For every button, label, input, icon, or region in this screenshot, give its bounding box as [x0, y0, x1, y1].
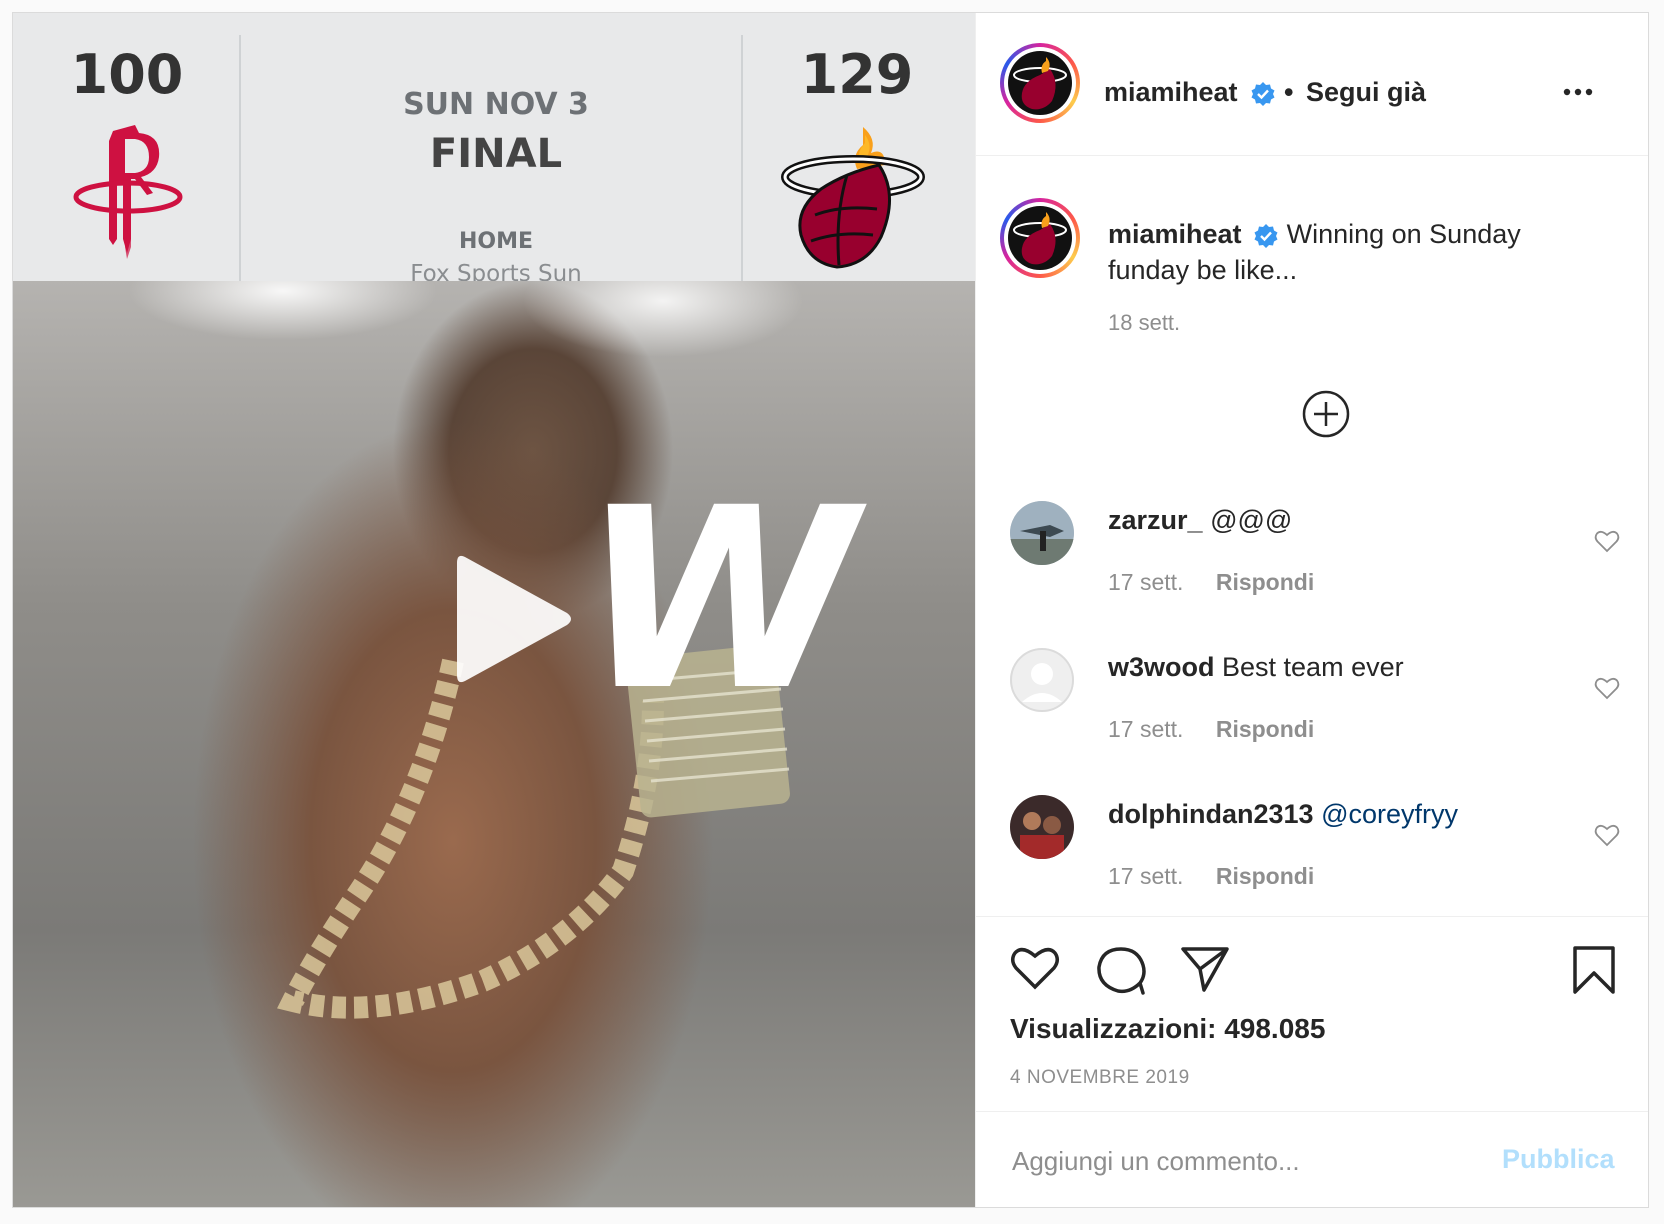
scoreboard-divider: [741, 35, 743, 281]
home-score: 129: [800, 43, 914, 106]
post-actions: Visualizzazioni: 498.085 4 NOVEMBRE 2019: [976, 916, 1648, 1112]
author-username[interactable]: miamiheat: [1104, 77, 1238, 108]
publish-button[interactable]: Pubblica: [1502, 1144, 1615, 1175]
comment-username[interactable]: dolphindan2313: [1108, 799, 1314, 829]
caption-text-block: miamiheat Winning on Sunday funday be li…: [1108, 216, 1608, 288]
game-date: SUN NOV 3: [403, 87, 589, 122]
caption-avatar[interactable]: [1000, 198, 1080, 278]
commenter-avatar[interactable]: [1010, 501, 1074, 565]
commenter-avatar[interactable]: [1010, 795, 1074, 859]
rockets-logo: [73, 125, 183, 259]
post-media: 100 129 SUN NOV 3 FINAL HOME Fox Sports …: [13, 13, 975, 1207]
post-date[interactable]: 4 NOVEMBRE 2019: [1010, 1067, 1190, 1089]
commenter-avatar[interactable]: [1010, 648, 1074, 712]
reply-button[interactable]: Rispondi: [1216, 716, 1314, 742]
comment-icon[interactable]: [1096, 945, 1146, 995]
following-button[interactable]: Segui già: [1306, 77, 1426, 108]
add-comment-bar: Pubblica: [976, 1111, 1648, 1207]
comment-item: zarzur_ @@@ 17 sett. Rispondi: [976, 501, 1648, 641]
comment-time[interactable]: 17 sett.: [1108, 863, 1183, 889]
heart-icon[interactable]: [1594, 529, 1620, 553]
comment-meta: 17 sett. Rispondi: [1108, 716, 1314, 743]
author-avatar[interactable]: [1000, 43, 1080, 123]
comment-time[interactable]: 17 sett.: [1108, 716, 1183, 742]
scoreboard-divider: [239, 35, 241, 281]
comment-text: zarzur_ @@@: [1108, 505, 1292, 536]
photo-avatar-icon: [1010, 501, 1074, 565]
header-separator: •: [1284, 77, 1294, 107]
instagram-post: 100 129 SUN NOV 3 FINAL HOME Fox Sports …: [12, 12, 1649, 1208]
comment-meta: 17 sett. Rispondi: [1108, 569, 1314, 596]
comment-username[interactable]: zarzur_: [1108, 505, 1203, 535]
photo-avatar-icon: [1010, 795, 1074, 859]
view-count[interactable]: Visualizzazioni: 498.085: [1010, 1013, 1325, 1045]
post-header: miamiheat • Segui già: [976, 13, 1648, 156]
reply-button[interactable]: Rispondi: [1216, 569, 1314, 595]
verified-badge-icon: [1254, 223, 1278, 248]
w-overlay-text: W: [581, 454, 857, 745]
default-avatar-icon: [1010, 648, 1074, 712]
comment-text: dolphindan2313 @coreyfryy: [1108, 799, 1458, 830]
share-icon[interactable]: [1180, 945, 1230, 993]
comment-time[interactable]: 17 sett.: [1108, 569, 1183, 595]
comment-username[interactable]: w3wood: [1108, 652, 1215, 682]
heat-avatar-icon: [1013, 57, 1067, 110]
comment-body: Best team ever: [1222, 652, 1404, 682]
comment-item: w3wood Best team ever 17 sett. Rispondi: [976, 648, 1648, 788]
bookmark-icon[interactable]: [1572, 945, 1616, 995]
away-score: 100: [70, 43, 184, 106]
comment-input[interactable]: [1010, 1140, 1474, 1182]
heat-logo: [781, 127, 925, 269]
like-heart-icon[interactable]: [1010, 945, 1060, 991]
reply-button[interactable]: Rispondi: [1216, 863, 1314, 889]
verified-badge-icon: [1251, 82, 1275, 106]
game-scoreboard: 100 129 SUN NOV 3 FINAL HOME Fox Sports …: [13, 13, 975, 287]
add-circle-icon[interactable]: [1301, 389, 1351, 439]
heat-avatar-icon: [1013, 212, 1067, 265]
play-button[interactable]: [447, 549, 577, 689]
comment-text: w3wood Best team ever: [1108, 652, 1404, 683]
comment-mention-link[interactable]: @coreyfryy: [1321, 799, 1458, 829]
venue-label: HOME: [458, 229, 534, 254]
heart-icon[interactable]: [1594, 676, 1620, 700]
more-options-icon[interactable]: [1562, 87, 1594, 97]
post-sidebar: miamiheat • Segui già miamiheat Winning …: [975, 13, 1648, 1207]
caption-timestamp[interactable]: 18 sett.: [1108, 310, 1180, 336]
caption-username[interactable]: miamiheat: [1108, 219, 1242, 249]
comment-body: @@@: [1210, 505, 1293, 535]
play-icon: [457, 555, 571, 683]
heart-icon[interactable]: [1594, 823, 1620, 847]
comment-meta: 17 sett. Rispondi: [1108, 863, 1314, 890]
comment-item: dolphindan2313 @coreyfryy 17 sett. Rispo…: [976, 795, 1648, 935]
game-status: FINAL: [429, 131, 563, 177]
